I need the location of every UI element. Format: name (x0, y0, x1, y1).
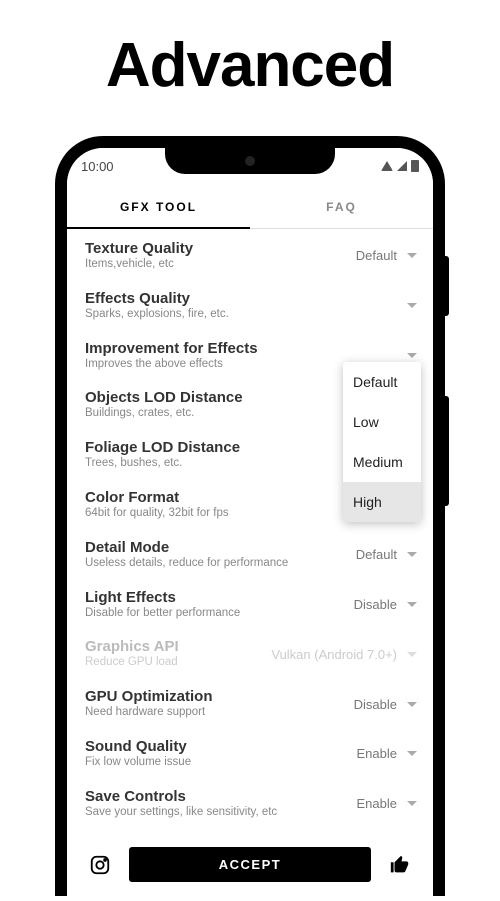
setting-value: Disable (354, 597, 397, 612)
chevron-down-icon (407, 652, 417, 657)
wifi-icon (381, 161, 393, 171)
setting-subtitle: Save your settings, like sensitivity, et… (85, 806, 357, 820)
setting-row[interactable]: Effects QualitySparks, explosions, fire,… (67, 281, 433, 331)
phone-camera (245, 156, 255, 166)
phone-frame: 10:00 GFX TOOL FAQ Texture QualityItems,… (55, 136, 445, 896)
setting-subtitle: Reduce GPU load (85, 656, 271, 670)
setting-row[interactable]: Light EffectsDisable for better performa… (67, 580, 433, 630)
settings-scroll[interactable]: Texture QualityItems,vehicle, etcDefault… (67, 229, 433, 837)
status-time: 10:00 (81, 159, 114, 174)
setting-value-group[interactable] (397, 353, 417, 358)
setting-value-group[interactable]: Vulkan (Android 7.0+) (271, 647, 417, 662)
settings-list: Texture QualityItems,vehicle, etcDefault… (67, 229, 433, 829)
bottom-bar: ACCEPT (67, 837, 433, 896)
setting-row[interactable]: Detail ModeUseless details, reduce for p… (67, 530, 433, 580)
app-screen: 10:00 GFX TOOL FAQ Texture QualityItems,… (67, 148, 433, 896)
setting-title: Save Controls (85, 788, 357, 805)
setting-value-group[interactable] (397, 303, 417, 308)
setting-subtitle: Useless details, reduce for performance (85, 557, 356, 571)
setting-subtitle: 64bit for quality, 32bit for fps (85, 507, 364, 521)
setting-label-group: Light EffectsDisable for better performa… (85, 589, 354, 621)
setting-row[interactable]: GPU OptimizationNeed hardware supportDis… (67, 679, 433, 729)
setting-title: Color Format (85, 489, 364, 506)
accept-button[interactable]: ACCEPT (129, 847, 371, 882)
page-title: Advanced (0, 30, 500, 101)
chevron-down-icon (407, 353, 417, 358)
setting-subtitle: Disable for better performance (85, 607, 354, 621)
chevron-down-icon (407, 552, 417, 557)
chevron-down-icon (407, 751, 417, 756)
dropdown-menu[interactable]: DefaultLowMediumHigh (343, 362, 421, 522)
dropdown-option[interactable]: Default (343, 362, 421, 402)
setting-title: Graphics API (85, 638, 271, 655)
setting-title: Detail Mode (85, 539, 356, 556)
setting-label-group: Graphics APIReduce GPU load (85, 638, 271, 670)
setting-row[interactable]: Graphics APIReduce GPU loadVulkan (Andro… (67, 629, 433, 679)
chevron-down-icon (407, 702, 417, 707)
setting-subtitle: Need hardware support (85, 706, 354, 720)
setting-subtitle: Fix low volume issue (85, 756, 357, 770)
cell-signal-icon (397, 161, 407, 171)
setting-subtitle: Sparks, explosions, fire, etc. (85, 308, 397, 322)
chevron-down-icon (407, 602, 417, 607)
setting-label-group: GPU OptimizationNeed hardware support (85, 688, 354, 720)
setting-row[interactable]: Texture QualityItems,vehicle, etcDefault (67, 231, 433, 281)
tab-bar: GFX TOOL FAQ (67, 184, 433, 229)
setting-title: GPU Optimization (85, 688, 354, 705)
setting-value-group[interactable]: Enable (357, 796, 417, 811)
dropdown-option[interactable]: Medium (343, 442, 421, 482)
setting-row[interactable]: Save ControlsSave your settings, like se… (67, 779, 433, 829)
tab-gfx-tool[interactable]: GFX TOOL (67, 184, 250, 228)
setting-subtitle: Items,vehicle, etc (85, 258, 356, 272)
setting-value: Disable (354, 697, 397, 712)
setting-value: Enable (357, 746, 397, 761)
dropdown-option[interactable]: High (343, 482, 421, 522)
setting-label-group: Texture QualityItems,vehicle, etc (85, 240, 356, 272)
setting-value-group[interactable]: Enable (357, 746, 417, 761)
setting-label-group: Color Format64bit for quality, 32bit for… (85, 489, 364, 521)
dropdown-option[interactable]: Low (343, 402, 421, 442)
setting-label-group: Effects QualitySparks, explosions, fire,… (85, 290, 397, 322)
status-icons (381, 160, 419, 172)
setting-value-group[interactable]: Disable (354, 597, 417, 612)
setting-title: Texture Quality (85, 240, 356, 257)
chevron-down-icon (407, 801, 417, 806)
phone-mockup: 10:00 GFX TOOL FAQ Texture QualityItems,… (55, 136, 445, 896)
setting-value: Vulkan (Android 7.0+) (271, 647, 397, 662)
setting-value: Default (356, 547, 397, 562)
setting-label-group: Save ControlsSave your settings, like se… (85, 788, 357, 820)
battery-icon (411, 160, 419, 172)
tab-faq[interactable]: FAQ (250, 184, 433, 228)
setting-value: Enable (357, 796, 397, 811)
instagram-icon[interactable] (87, 852, 113, 878)
chevron-down-icon (407, 253, 417, 258)
setting-title: Sound Quality (85, 738, 357, 755)
setting-title: Improvement for Effects (85, 340, 397, 357)
setting-title: Effects Quality (85, 290, 397, 307)
setting-value-group[interactable]: Disable (354, 697, 417, 712)
thumbs-up-icon[interactable] (387, 852, 413, 878)
setting-label-group: Detail ModeUseless details, reduce for p… (85, 539, 356, 571)
setting-label-group: Sound QualityFix low volume issue (85, 738, 357, 770)
setting-value-group[interactable]: Default (356, 547, 417, 562)
setting-title: Light Effects (85, 589, 354, 606)
chevron-down-icon (407, 303, 417, 308)
setting-value: Default (356, 248, 397, 263)
setting-row[interactable]: Sound QualityFix low volume issueEnable (67, 729, 433, 779)
setting-value-group[interactable]: Default (356, 248, 417, 263)
